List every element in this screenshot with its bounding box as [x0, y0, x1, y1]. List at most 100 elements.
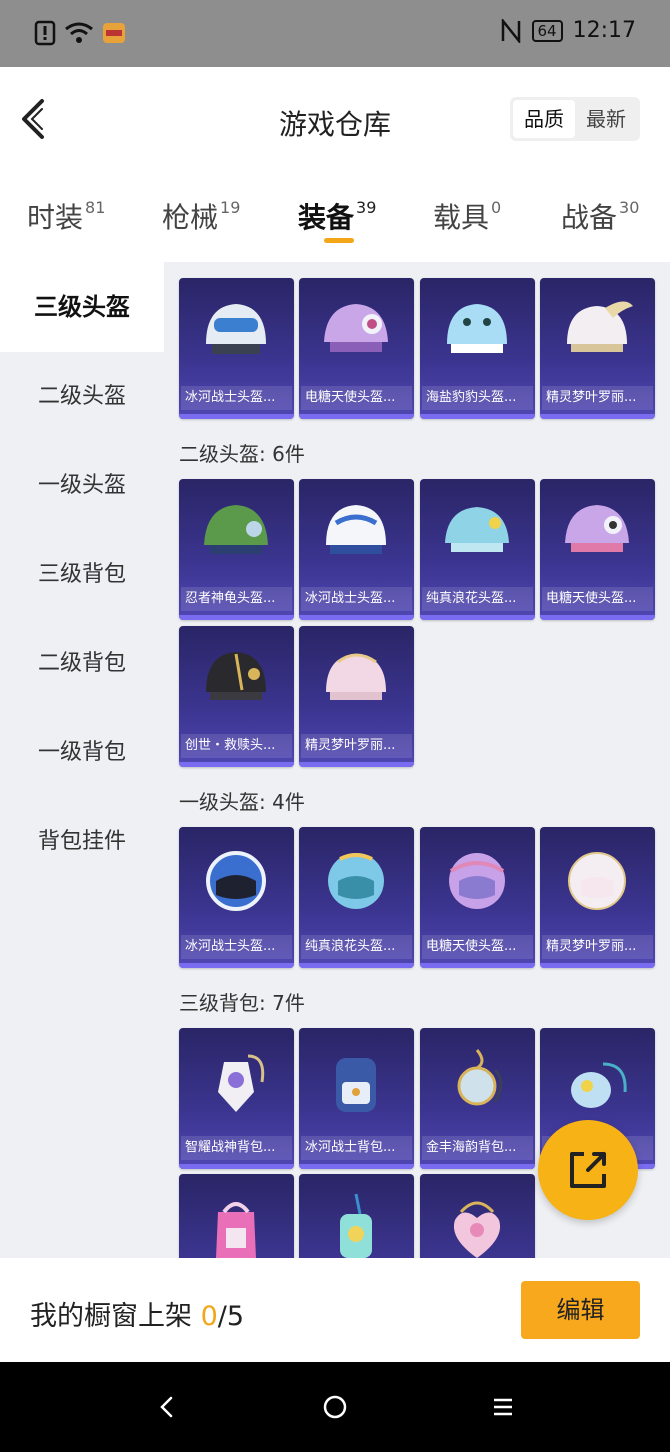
helmet-icon	[328, 853, 384, 909]
item-name: 冰河战士背包...	[301, 1136, 412, 1160]
item-name: 电糖天使头盔...	[422, 935, 533, 959]
share-button[interactable]	[538, 1120, 638, 1220]
item-name: 精灵梦叶罗丽...	[301, 734, 412, 758]
header: 游戏仓库 品质 最新	[0, 67, 670, 174]
sidebar-item-backpack-2[interactable]: 二级背包	[0, 620, 164, 708]
helmet-icon	[565, 505, 629, 552]
backpack-icon	[218, 1054, 265, 1112]
item-card[interactable]: 精灵梦叶罗丽...	[299, 626, 414, 767]
status-bar: 64 12:17	[0, 0, 670, 67]
item-card[interactable]: 海盐豹豹头盔...	[420, 278, 535, 419]
nav-back-icon[interactable]	[152, 1392, 182, 1422]
tab-supplies[interactable]: 战备 30	[561, 196, 639, 236]
tab-count: 39	[356, 198, 377, 217]
wifi-icon	[65, 22, 93, 43]
nav-home-icon[interactable]	[320, 1392, 350, 1422]
tab-vehicles[interactable]: 载具 0	[433, 196, 501, 236]
helmet-icon	[326, 653, 386, 700]
tab-guns[interactable]: 枪械 19	[162, 196, 240, 236]
item-card[interactable]: 精灵梦叶罗丽...	[540, 827, 655, 968]
item-card[interactable]: 电糖天使头盔...	[420, 827, 535, 968]
sort-quality-button[interactable]: 品质	[513, 100, 575, 138]
sort-toggle[interactable]: 品质 最新	[510, 97, 640, 141]
item-card[interactable]: 金丰海韵背包...	[420, 1028, 535, 1169]
showcase-total: /5	[217, 1301, 245, 1332]
helmet-icon	[326, 505, 386, 554]
category-tabs: 时装 81 枪械 19 装备 39 载具 0 战备 30	[0, 174, 670, 262]
edit-button[interactable]: 编辑	[521, 1281, 640, 1339]
section-title: 三级背包: 7件	[179, 991, 305, 1015]
item-card[interactable]: 冰河战士头盔...	[299, 479, 414, 620]
sidebar-item-helmet-2[interactable]: 二级头盔	[0, 353, 164, 441]
tab-count: 19	[220, 198, 241, 217]
item-name: 冰河战士头盔...	[181, 386, 292, 410]
backpack-icon	[216, 1202, 256, 1258]
item-card[interactable]: 智耀战神背包...	[179, 1028, 294, 1169]
item-card[interactable]: 忍者神龟头盔...	[179, 479, 294, 620]
system-navigation-bar	[0, 1362, 670, 1452]
helmet-icon	[445, 507, 509, 552]
helmet-icon	[567, 301, 633, 352]
content-area: 三级头盔 二级头盔 一级头盔 三级背包 二级背包 一级背包 背包挂件 冰河战士头…	[0, 262, 670, 1258]
helmet-icon	[206, 304, 266, 354]
app-icon	[103, 23, 125, 43]
showcase-bar: 我的橱窗上架 0/5 编辑	[0, 1258, 670, 1362]
item-grid: 冰河战士头盔... 电糖天使头盔... 海盐豹豹头盔... 精灵梦叶罗丽... …	[164, 262, 670, 1258]
section-title: 二级头盔: 6件	[179, 442, 305, 466]
tab-equipment[interactable]: 装备 39	[298, 196, 376, 236]
sidebar-item-backpack-1[interactable]: 一级背包	[0, 709, 164, 797]
item-card[interactable]: 冰河战士头盔...	[179, 827, 294, 968]
backpack-icon	[457, 1049, 503, 1106]
item-name: 金丰海韵背包...	[422, 1136, 533, 1160]
item-card[interactable]: 纯真浪花头盔...	[299, 827, 414, 968]
sidebar: 三级头盔 二级头盔 一级头盔 三级背包 二级背包 一级背包 背包挂件	[0, 262, 164, 1258]
share-icon	[570, 1152, 606, 1188]
item-name: 创世・救赎头...	[181, 734, 292, 758]
helmet-icon	[324, 304, 388, 352]
showcase-current-count: 0	[200, 1301, 218, 1332]
sort-newest-button[interactable]: 最新	[575, 100, 637, 138]
active-tab-indicator	[324, 238, 354, 243]
backpack-icon	[336, 1058, 376, 1112]
item-name: 冰河战士头盔...	[301, 587, 412, 611]
item-name: 电糖天使头盔...	[542, 587, 653, 611]
item-card[interactable]: 冰河战士头盔...	[179, 278, 294, 419]
sidebar-item-backpack-pendant[interactable]: 背包挂件	[0, 798, 164, 886]
nfc-icon	[501, 18, 520, 43]
backpack-icon	[340, 1193, 372, 1258]
notification-icon	[34, 20, 56, 46]
item-card[interactable]: 电糖天使头盔...	[540, 479, 655, 620]
item-card[interactable]	[179, 1174, 294, 1258]
sidebar-item-backpack-3[interactable]: 三级背包	[0, 531, 164, 619]
showcase-label: 我的橱窗上架	[30, 1301, 192, 1332]
item-card[interactable]: 创世・救赎头...	[179, 626, 294, 767]
tab-fashion[interactable]: 时装 81	[27, 196, 105, 236]
section-title: 一级头盔: 4件	[179, 790, 305, 814]
item-name: 精灵梦叶罗丽...	[542, 935, 653, 959]
item-name: 精灵梦叶罗丽...	[542, 386, 653, 410]
backpack-icon	[453, 1201, 501, 1258]
item-card[interactable]: 冰河战士背包...	[299, 1028, 414, 1169]
clock: 12:17	[572, 18, 636, 43]
item-name: 忍者神龟头盔...	[181, 587, 292, 611]
tab-count: 30	[619, 198, 640, 217]
helmet-icon	[206, 652, 266, 700]
helmet-icon	[206, 851, 266, 911]
item-card[interactable]: 纯真浪花头盔...	[420, 479, 535, 620]
item-name: 智耀战神背包...	[181, 1136, 292, 1160]
item-name: 纯真浪花头盔...	[301, 935, 412, 959]
nav-menu-icon[interactable]	[488, 1392, 518, 1422]
battery-icon: 64	[531, 19, 563, 42]
item-card[interactable]: 电糖天使头盔...	[299, 278, 414, 419]
sidebar-item-helmet-1[interactable]: 一级头盔	[0, 442, 164, 530]
item-card[interactable]: 精灵梦叶罗丽...	[540, 278, 655, 419]
item-card[interactable]	[420, 1174, 535, 1258]
item-card[interactable]	[299, 1174, 414, 1258]
backpack-icon	[571, 1062, 627, 1108]
tab-count: 0	[491, 198, 502, 217]
item-name: 海盐豹豹头盔...	[422, 386, 533, 410]
helmet-icon	[447, 304, 507, 353]
sidebar-item-helmet-3[interactable]: 三级头盔	[0, 262, 164, 352]
item-name: 纯真浪花头盔...	[422, 587, 533, 611]
item-name: 冰河战士头盔...	[181, 935, 292, 959]
